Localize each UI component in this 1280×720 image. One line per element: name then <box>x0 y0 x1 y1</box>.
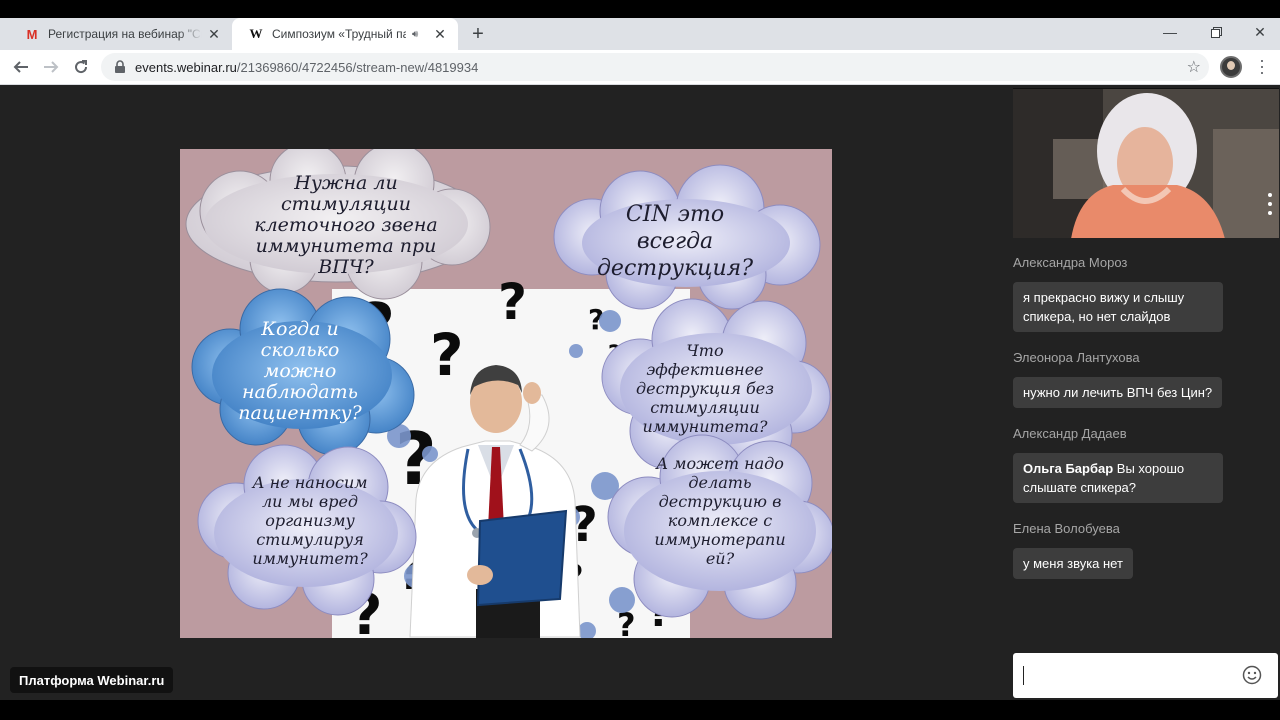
cloud-line: можно <box>263 360 337 382</box>
profile-avatar[interactable] <box>1220 56 1242 78</box>
cloud-question-2: CIN это всегда деструкция? <box>590 201 760 282</box>
chat-sidebar: Александра Мороз я прекрасно вижу и слыш… <box>1005 85 1280 700</box>
chat-message: Элеонора Лантухова нужно ли лечить ВПЧ б… <box>1013 350 1275 408</box>
speaker-video-frame <box>1013 89 1279 238</box>
cloud-line: стимуляции <box>650 398 760 417</box>
bottom-letterbox <box>0 700 1280 720</box>
reload-icon[interactable] <box>68 54 94 80</box>
lock-icon <box>115 60 125 73</box>
screen: M Регистрация на вебинар "Симпозиум ✕ W … <box>0 0 1280 720</box>
forward-icon[interactable] <box>38 54 64 80</box>
cloud-line: стимулируя <box>256 530 364 549</box>
bookmark-star-icon[interactable]: ☆ <box>1187 57 1201 77</box>
url-host: events.webinar.ru <box>135 59 237 75</box>
url-path: /21369860/4722456/stream-new/4819934 <box>236 59 479 75</box>
minimize-icon[interactable]: — <box>1148 18 1192 46</box>
cloud-line: ВПЧ? <box>318 256 374 278</box>
tab-symposium[interactable]: W Симпозиум «Трудный пациент» 🔊︎ ✕ <box>232 18 458 50</box>
chat-messages: Александра Мороз я прекрасно вижу и слыш… <box>1013 255 1275 597</box>
cloud-line: делать <box>688 473 752 492</box>
close-window-icon[interactable]: ✕ <box>1238 18 1280 46</box>
tab-title: Симпозиум «Трудный пациент» <box>272 27 406 41</box>
svg-text:?: ? <box>498 273 527 331</box>
new-tab-button[interactable]: + <box>466 22 490 46</box>
back-icon[interactable] <box>8 54 34 80</box>
chat-message: Елена Волобуева у меня звука нет <box>1013 521 1275 579</box>
cloud-line: иммунотерапи <box>654 530 786 549</box>
cloud-line: А не наносим <box>252 473 368 492</box>
message-author: Элеонора Лантухова <box>1013 350 1140 365</box>
tab-title: Регистрация на вебинар "Симпозиум <box>48 27 202 41</box>
text-caret <box>1023 666 1024 685</box>
cloud-line: Когда и <box>261 318 339 340</box>
cloud-line: наблюдать <box>242 381 358 403</box>
restore-icon[interactable] <box>1194 18 1238 46</box>
gmail-icon: M <box>26 26 38 42</box>
cloud-line: CIN это <box>625 202 725 227</box>
cloud-line: Нужна ли <box>294 172 398 194</box>
message-bubble: Ольга Барбар Вы хорошо слышате спикера? <box>1013 453 1223 503</box>
cloud-question-4: Что эффективнее деструкция без стимуляци… <box>620 341 790 436</box>
cloud-line: А может надо <box>656 454 784 473</box>
cloud-line: деструкция без <box>636 379 774 398</box>
chat-message: Александр Дадаев Ольга Барбар Вы хорошо … <box>1013 426 1275 503</box>
cloud-line: деструкцию в <box>658 492 782 511</box>
cloud-line: стимуляции <box>280 193 412 215</box>
cloud-line: всегда <box>636 229 714 254</box>
cloud-line: эффективнее <box>646 360 764 379</box>
cloud-line: деструкция? <box>596 256 753 281</box>
cloud-line: ли мы вред <box>261 492 359 511</box>
message-author: Елена Волобуева <box>1013 521 1120 536</box>
chat-input[interactable] <box>1013 653 1278 698</box>
tab-registration[interactable]: M Регистрация на вебинар "Симпозиум ✕ <box>8 18 232 50</box>
audio-playing-icon[interactable]: 🔊︎ <box>412 29 428 40</box>
cloud-line: иммунитета при <box>255 235 437 257</box>
message-bubble: нужно ли лечить ВПЧ без Цин? <box>1013 377 1223 408</box>
cloud-question-1: Нужна ли стимуляции клеточного звена имм… <box>226 173 466 278</box>
video-options-icon[interactable] <box>1267 193 1273 220</box>
cloud-line: ей? <box>705 549 735 568</box>
cloud-question-5: А не наносим ли мы вред организму стимул… <box>220 473 400 568</box>
message-author: Александр Дадаев <box>1013 426 1127 441</box>
message-mention[interactable]: Ольга Барбар <box>1023 461 1113 476</box>
browser-tabstrip: M Регистрация на вебинар "Симпозиум ✕ W … <box>0 18 1280 50</box>
webinar-room: ? ? ? ? ? ? ? ? ? ? ? ? <box>0 85 1280 700</box>
cloud-line: иммунитета? <box>642 417 768 436</box>
cloud-line: клеточного звена <box>254 214 438 236</box>
message-bubble: я прекрасно вижу и слышу спикера, но нет… <box>1013 282 1223 332</box>
browser-toolbar: events.webinar.ru/21369860/4722456/strea… <box>0 50 1280 85</box>
cloud-question-6: А может надо делать деструкцию в комплек… <box>630 454 810 568</box>
address-bar[interactable]: events.webinar.ru/21369860/4722456/strea… <box>101 53 1209 81</box>
platform-label[interactable]: Платформа Webinar.ru <box>10 667 174 693</box>
webinar-w-icon: W <box>249 26 263 41</box>
chat-message: Александра Мороз я прекрасно вижу и слыш… <box>1013 255 1275 332</box>
cloud-line: сколько <box>260 339 340 361</box>
svg-text:?: ? <box>430 321 464 389</box>
cloud-question-3: Когда и сколько можно наблюдать пациентк… <box>220 319 380 424</box>
close-tab-icon[interactable]: ✕ <box>432 26 448 42</box>
close-tab-icon[interactable]: ✕ <box>206 26 222 42</box>
presentation-stage: ? ? ? ? ? ? ? ? ? ? ? ? <box>0 85 1005 700</box>
cloud-line: Что <box>686 341 724 360</box>
message-bubble: у меня звука нет <box>1013 548 1133 579</box>
url-text: events.webinar.ru/21369860/4722456/strea… <box>135 60 478 75</box>
browser-menu-icon[interactable]: · · · <box>1252 51 1272 81</box>
cloud-line: иммунитет? <box>252 549 368 568</box>
message-author: Александра Мороз <box>1013 255 1128 270</box>
cloud-line: организму <box>265 511 355 530</box>
cloud-line: пациентку? <box>238 402 362 424</box>
presentation-slide: ? ? ? ? ? ? ? ? ? ? ? ? <box>180 149 832 638</box>
emoji-icon[interactable] <box>1242 665 1262 685</box>
speaker-video[interactable] <box>1013 88 1279 238</box>
cloud-line: комплексе с <box>667 511 773 530</box>
